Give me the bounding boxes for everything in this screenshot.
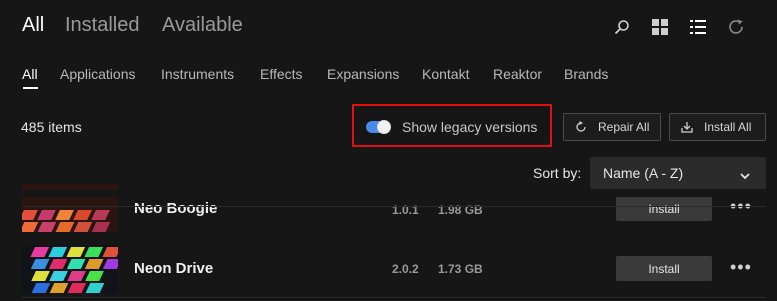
top-tab-available[interactable]: Available [162,14,243,37]
category-tab-instruments[interactable]: Instruments [161,66,234,82]
items-count: 485 items [21,119,82,135]
active-tab-indicator [23,87,38,89]
category-tab-kontakt[interactable]: Kontakt [422,66,469,82]
list-divider [22,206,766,207]
scroll-clip [0,190,777,197]
repair-all-label: Repair All [598,120,650,134]
install-button[interactable]: Install [616,196,712,221]
category-tab-reaktor[interactable]: Reaktor [493,66,542,82]
toggle-knob [377,120,391,134]
sort-label: Sort by: [533,165,582,181]
product-name[interactable]: Neon Drive [134,260,213,277]
product-version: 2.0.2 [392,262,419,276]
category-tab-effects[interactable]: Effects [260,66,303,82]
category-tab-applications[interactable]: Applications [60,66,136,82]
list-divider [22,297,766,298]
product-size: 1.73 GB [438,262,483,276]
category-tab-brands[interactable]: Brands [564,66,608,82]
top-tab-all[interactable]: All [22,14,44,37]
chevron-down-icon [740,167,750,183]
repair-all-button[interactable]: Repair All [563,113,661,141]
refresh-icon[interactable] [717,17,755,37]
product-thumbnail[interactable] [22,245,118,293]
more-options-icon[interactable]: ••• [730,257,752,278]
repair-icon [564,121,598,133]
legacy-versions-toggle[interactable] [366,120,391,134]
search-icon[interactable] [603,17,641,37]
product-name[interactable]: Neo Boogie [134,200,217,217]
install-button[interactable]: Install [616,256,712,281]
category-tab-expansions[interactable]: Expansions [327,66,399,82]
download-icon [670,121,704,133]
sort-dropdown[interactable]: Name (A - Z) [590,157,766,189]
install-all-button[interactable]: Install All [669,113,766,141]
legacy-versions-label[interactable]: Show legacy versions [402,119,537,135]
list-view-icon[interactable] [679,17,717,37]
install-all-label: Install All [704,120,752,134]
category-tab-all[interactable]: All [22,66,38,82]
top-tab-installed[interactable]: Installed [65,14,140,37]
grid-view-icon[interactable] [641,17,679,37]
view-toolbar [603,17,755,37]
sort-value: Name (A - Z) [603,165,684,181]
